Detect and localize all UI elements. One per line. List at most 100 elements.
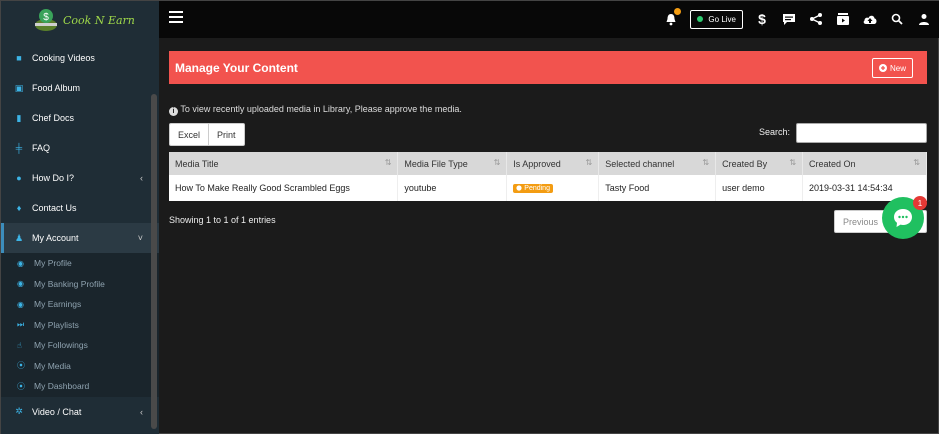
cell-approved: Pending (506, 175, 600, 201)
svg-text:$: $ (43, 12, 49, 23)
sidebar-item-label: Cooking Videos (32, 53, 95, 63)
search-input[interactable] (796, 123, 927, 143)
table-info: Showing 1 to 1 of 1 entries (169, 215, 276, 225)
app-frame: $ Cook N Earn Go Live $ ■ Cooking Videos… (0, 0, 939, 434)
notification-badge (674, 8, 682, 15)
table-row[interactable]: How To Make Really Good Scrambled Eggs y… (169, 175, 927, 201)
panel-header: Manage Your Content New (169, 51, 927, 84)
sidebar-item-how-do-i[interactable]: ● How Do I? ‹ (1, 163, 159, 193)
live-dot-icon (697, 16, 704, 22)
user-icon: ♟ (14, 232, 24, 243)
col-is-approved[interactable]: Is Approved ⇅ (506, 152, 600, 175)
status-badge[interactable]: Pending (513, 183, 553, 193)
image-icon: ▣ (14, 82, 24, 93)
sidebar-item-my-media[interactable]: ⦿ My Media (1, 356, 159, 377)
cell-created-by: user demo (715, 175, 804, 201)
sidebar-item-cooking-videos[interactable]: ■ Cooking Videos (1, 43, 159, 73)
header-label: Media Title (175, 158, 219, 169)
location-icon: ♦ (16, 203, 22, 213)
info-message: i To view recently uploaded media in Lib… (169, 104, 462, 116)
sidebar-item-label: My Followings (34, 340, 88, 351)
sort-icon: ⇅ (702, 158, 710, 167)
plus-circle-icon (878, 64, 887, 72)
video-icon[interactable] (835, 11, 851, 27)
sidebar-item-label: My Profile (34, 258, 72, 269)
col-created-by[interactable]: Created By ⇅ (715, 152, 804, 175)
sidebar-item-label: FAQ (32, 143, 51, 153)
sidebar-item-my-dashboard[interactable]: ⦿ My Dashboard (1, 376, 159, 397)
user-circle-icon: ◉ (17, 279, 24, 289)
file-icon: ▮ (16, 112, 22, 123)
top-icons: Go Live $ (663, 7, 932, 31)
sidebar-item-label: Food Album (32, 83, 81, 93)
sidebar-scrollbar[interactable] (151, 94, 157, 429)
new-button[interactable]: New (871, 58, 913, 78)
col-selected-channel[interactable]: Selected channel ⇅ (598, 152, 717, 175)
play-circle-icon: ⦿ (17, 361, 25, 371)
page-title: Manage Your Content (175, 61, 298, 75)
logo-text: Cook N Earn (63, 14, 135, 27)
logo[interactable]: $ Cook N Earn (1, 1, 159, 38)
go-live-button[interactable]: Go Live (690, 9, 743, 29)
sidebar-item-my-followings[interactable]: ☝ My Followings (1, 335, 159, 356)
dollar-icon[interactable]: $ (754, 11, 770, 27)
info-icon: i (169, 107, 178, 116)
col-media-title[interactable]: Media Title ⇅ (169, 152, 399, 175)
header-label: Created By (722, 158, 768, 169)
table-header-row: Media Title ⇅ Media File Type ⇅ Is Approve… (169, 152, 927, 175)
header-label: Created On (809, 158, 856, 169)
sidebar-item-my-playlists[interactable]: ⏭ My Playlists (1, 315, 159, 336)
gear-icon: ✲ (15, 406, 23, 416)
cell-channel: Tasty Food (598, 175, 717, 201)
video-camera-icon: ■ (16, 53, 22, 63)
question-icon: ● (16, 173, 22, 183)
print-button[interactable]: Print (209, 124, 244, 145)
excel-button[interactable]: Excel (170, 124, 210, 145)
header-label: Media File Type (404, 158, 468, 169)
col-media-file-type[interactable]: Media File Type ⇅ (397, 152, 508, 175)
menu-toggle-icon[interactable] (169, 11, 183, 23)
sort-icon: ⇅ (585, 158, 593, 167)
sidebar-item-label: Contact Us (32, 203, 77, 213)
chat-bubble-icon (894, 209, 912, 227)
bell-icon[interactable] (663, 8, 682, 27)
sidebar-item-label: Video / Chat (32, 406, 82, 417)
play-circle-icon: ⦿ (17, 381, 25, 391)
sidebar-item-label: Chef Docs (32, 113, 75, 123)
sidebar-item-my-account[interactable]: ♟ My Account ˅ (1, 223, 159, 253)
status-badge-label: Pending (524, 184, 550, 192)
sidebar-item-label: How Do I? (32, 173, 75, 183)
account-submenu: ◉ My Profile ◉ My Banking Profile ◉ My E… (1, 253, 159, 397)
sidebar-item-label: My Earnings (34, 299, 82, 310)
header-label: Is Approved (513, 158, 561, 169)
sidebar-item-contact-us[interactable]: ♦ Contact Us (1, 193, 159, 223)
sidebar-item-faq[interactable]: ╪ FAQ (1, 133, 159, 163)
sidebar-item-label: My Media (34, 360, 71, 371)
sidebar-item-food-album[interactable]: ▣ Food Album (1, 73, 159, 103)
sidebar-item-my-earnings[interactable]: ◉ My Earnings (1, 294, 159, 315)
faq-icon: ╪ (15, 143, 23, 153)
col-created-on[interactable]: Created On ⇅ (802, 152, 927, 175)
sidebar: ■ Cooking Videos ▣ Food Album ▮ Chef Doc… (1, 38, 159, 434)
sidebar-item-video-chat[interactable]: ✲ Video / Chat ‹ (1, 397, 159, 427)
search-label: Search: (759, 127, 791, 137)
header-label: Selected channel (605, 158, 675, 169)
sidebar-item-label: My Banking Profile (34, 278, 105, 289)
sidebar-item-label: My Account (32, 233, 79, 243)
info-text: To view recently uploaded media in Libra… (180, 104, 462, 114)
sidebar-item-chef-docs[interactable]: ▮ Chef Docs (1, 103, 159, 133)
message-icon[interactable] (781, 11, 797, 27)
search-icon[interactable] (889, 11, 905, 27)
user-icon[interactable] (916, 11, 932, 27)
sidebar-item-my-profile[interactable]: ◉ My Profile (1, 253, 159, 274)
sort-icon: ⇅ (789, 158, 797, 167)
hand-icon: ☝ (17, 340, 22, 350)
chevron-left-icon: ‹ (140, 173, 143, 183)
sidebar-item-label: My Playlists (34, 319, 79, 330)
go-live-label: Go Live (708, 14, 736, 24)
share-icon[interactable] (808, 11, 824, 27)
logo-icon: $ (35, 9, 57, 31)
sort-icon: ⇅ (384, 158, 392, 167)
sidebar-item-my-banking-profile[interactable]: ◉ My Banking Profile (1, 274, 159, 295)
upload-icon[interactable] (862, 11, 878, 27)
